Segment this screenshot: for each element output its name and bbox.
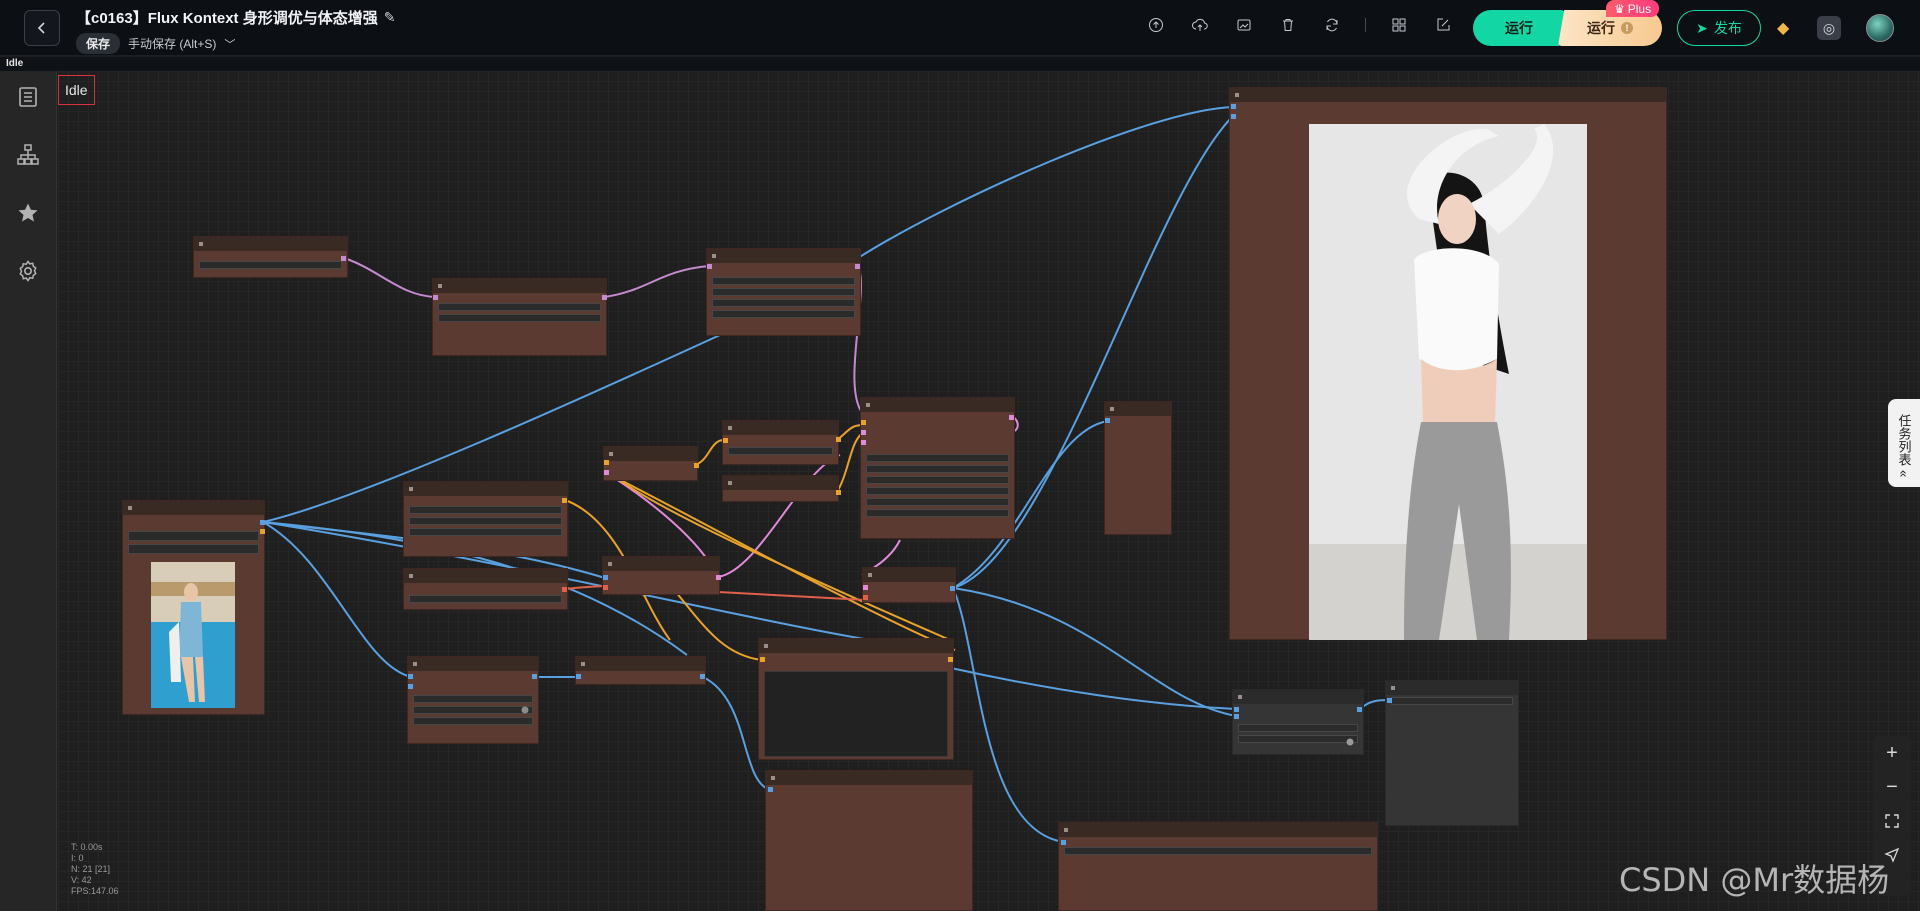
port <box>562 587 567 592</box>
stat-v: V: 42 <box>71 875 92 885</box>
port <box>861 430 866 435</box>
zoom-in-button[interactable]: + <box>1873 736 1911 770</box>
task-list-label: 任务列表 <box>1896 414 1912 467</box>
stat-time: T: 0.00s <box>71 842 103 852</box>
port <box>260 520 265 525</box>
node-ports <box>260 104 1392 845</box>
port <box>604 460 609 465</box>
port <box>950 586 955 591</box>
port <box>408 674 413 679</box>
port <box>948 657 953 662</box>
queue-status-label: Idle <box>58 75 95 105</box>
zoom-out-button[interactable]: − <box>1873 770 1911 804</box>
port <box>1387 698 1392 703</box>
port <box>1234 707 1239 712</box>
watermark: CSDN @Mr数据杨 <box>1619 861 1890 899</box>
port <box>863 585 868 590</box>
stat-nodes: N: 21 [21] <box>71 864 111 874</box>
slider-knob <box>521 706 529 714</box>
port <box>707 264 712 269</box>
port <box>532 674 537 679</box>
port <box>768 787 773 792</box>
port <box>562 498 567 503</box>
collapse-icon: « <box>1896 470 1912 478</box>
stat-fps: FPS:147.06 <box>71 886 119 896</box>
port <box>836 437 841 442</box>
port <box>260 529 265 534</box>
port <box>408 684 413 689</box>
port <box>861 420 866 425</box>
stat-i: I: 0 <box>71 853 84 863</box>
port <box>603 585 608 590</box>
task-list-tab[interactable]: 任务列表 « <box>1888 399 1920 487</box>
canvas-stats: T: 0.00s I: 0 N: 21 [21] V: 42 FPS:147.0… <box>71 842 119 897</box>
port <box>1061 840 1066 845</box>
port <box>723 438 728 443</box>
port <box>341 256 346 261</box>
port <box>576 674 581 679</box>
slider-knob <box>1346 738 1354 746</box>
port <box>602 295 607 300</box>
fit-view-icon[interactable] <box>1873 804 1911 838</box>
port <box>760 657 765 662</box>
port <box>716 575 721 580</box>
port <box>855 264 860 269</box>
port <box>1105 418 1110 423</box>
port <box>1231 114 1236 119</box>
port <box>1234 714 1239 719</box>
port <box>700 674 705 679</box>
port <box>603 575 608 580</box>
port <box>604 470 609 475</box>
port <box>694 463 699 468</box>
port <box>1009 415 1014 420</box>
port <box>1357 707 1362 712</box>
port <box>1231 104 1236 109</box>
port <box>836 490 841 495</box>
port <box>861 440 866 445</box>
port <box>863 595 868 600</box>
port <box>433 295 438 300</box>
